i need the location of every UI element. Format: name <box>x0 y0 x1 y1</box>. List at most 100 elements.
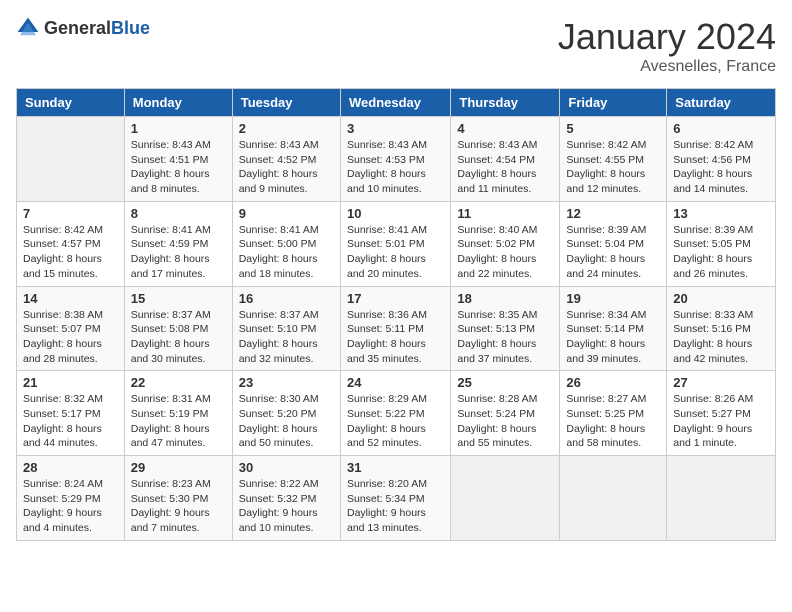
cell-content: Sunrise: 8:37 AMSunset: 5:08 PMDaylight:… <box>131 308 226 367</box>
day-number: 15 <box>131 291 226 306</box>
day-number: 6 <box>673 121 769 136</box>
header-day: Monday <box>124 89 232 117</box>
cell-content: Sunrise: 8:34 AMSunset: 5:14 PMDaylight:… <box>566 308 660 367</box>
cell-content: Sunrise: 8:32 AMSunset: 5:17 PMDaylight:… <box>23 392 118 451</box>
day-number: 9 <box>239 206 334 221</box>
calendar-cell: 1 Sunrise: 8:43 AMSunset: 4:51 PMDaylight… <box>124 117 232 202</box>
header-day: Tuesday <box>232 89 340 117</box>
day-number: 23 <box>239 375 334 390</box>
title-section: January 2024 Avesnelles, France <box>558 16 776 76</box>
day-number: 26 <box>566 375 660 390</box>
calendar-cell: 31 Sunrise: 8:20 AMSunset: 5:34 PMDayligh… <box>340 456 450 541</box>
calendar-table: SundayMondayTuesdayWednesdayThursdayFrid… <box>16 88 776 541</box>
calendar-cell: 21Sunrise: 8:32 AMSunset: 5:17 PMDayligh… <box>17 371 125 456</box>
month-title: January 2024 <box>558 16 776 58</box>
logo-icon <box>16 16 40 40</box>
cell-content: Sunrise: 8:36 AMSunset: 5:11 PMDaylight:… <box>347 308 444 367</box>
calendar-cell: 9 Sunrise: 8:41 AMSunset: 5:00 PMDaylight… <box>232 201 340 286</box>
calendar-cell: 8 Sunrise: 8:41 AMSunset: 4:59 PMDaylight… <box>124 201 232 286</box>
cell-content: Sunrise: 8:39 AMSunset: 5:05 PMDaylight:… <box>673 223 769 282</box>
calendar-cell: 19 Sunrise: 8:34 AMSunset: 5:14 PMDayligh… <box>560 286 667 371</box>
day-number: 16 <box>239 291 334 306</box>
cell-content: Sunrise: 8:27 AMSunset: 5:25 PMDaylight:… <box>566 392 660 451</box>
cell-content: Sunrise: 8:29 AMSunset: 5:22 PMDaylight:… <box>347 392 444 451</box>
calendar-week-row: 7 Sunrise: 8:42 AMSunset: 4:57 PMDaylight… <box>17 201 776 286</box>
cell-content: Sunrise: 8:42 AMSunset: 4:56 PMDaylight:… <box>673 138 769 197</box>
cell-content: Sunrise: 8:43 AMSunset: 4:53 PMDaylight:… <box>347 138 444 197</box>
calendar-cell: 2 Sunrise: 8:43 AMSunset: 4:52 PMDaylight… <box>232 117 340 202</box>
calendar-cell: 14 Sunrise: 8:38 AMSunset: 5:07 PMDayligh… <box>17 286 125 371</box>
calendar-cell: 17 Sunrise: 8:36 AMSunset: 5:11 PMDayligh… <box>340 286 450 371</box>
logo-general: General <box>44 18 111 38</box>
cell-content: Sunrise: 8:23 AMSunset: 5:30 PMDaylight:… <box>131 477 226 536</box>
logo-blue: Blue <box>111 18 150 38</box>
header-day: Thursday <box>451 89 560 117</box>
cell-content: Sunrise: 8:28 AMSunset: 5:24 PMDaylight:… <box>457 392 553 451</box>
day-number: 8 <box>131 206 226 221</box>
day-number: 20 <box>673 291 769 306</box>
cell-content: Sunrise: 8:33 AMSunset: 5:16 PMDaylight:… <box>673 308 769 367</box>
calendar-cell: 27 Sunrise: 8:26 AMSunset: 5:27 PMDayligh… <box>667 371 776 456</box>
cell-content: Sunrise: 8:42 AMSunset: 4:57 PMDaylight:… <box>23 223 118 282</box>
cell-content: Sunrise: 8:43 AMSunset: 4:51 PMDaylight:… <box>131 138 226 197</box>
day-number: 4 <box>457 121 553 136</box>
cell-content: Sunrise: 8:41 AMSunset: 5:01 PMDaylight:… <box>347 223 444 282</box>
cell-content: Sunrise: 8:31 AMSunset: 5:19 PMDaylight:… <box>131 392 226 451</box>
logo: GeneralBlue <box>16 16 150 40</box>
cell-content: Sunrise: 8:37 AMSunset: 5:10 PMDaylight:… <box>239 308 334 367</box>
header-day: Wednesday <box>340 89 450 117</box>
calendar-cell: 6 Sunrise: 8:42 AMSunset: 4:56 PMDaylight… <box>667 117 776 202</box>
day-number: 28 <box>23 460 118 475</box>
cell-content: Sunrise: 8:43 AMSunset: 4:52 PMDaylight:… <box>239 138 334 197</box>
cell-content: Sunrise: 8:30 AMSunset: 5:20 PMDaylight:… <box>239 392 334 451</box>
location-subtitle: Avesnelles, France <box>558 58 776 76</box>
calendar-week-row: 1 Sunrise: 8:43 AMSunset: 4:51 PMDaylight… <box>17 117 776 202</box>
calendar-cell: 10Sunrise: 8:41 AMSunset: 5:01 PMDayligh… <box>340 201 450 286</box>
calendar-cell: 25Sunrise: 8:28 AMSunset: 5:24 PMDayligh… <box>451 371 560 456</box>
cell-content: Sunrise: 8:43 AMSunset: 4:54 PMDaylight:… <box>457 138 553 197</box>
cell-content: Sunrise: 8:42 AMSunset: 4:55 PMDaylight:… <box>566 138 660 197</box>
cell-content: Sunrise: 8:20 AMSunset: 5:34 PMDaylight:… <box>347 477 444 536</box>
calendar-cell <box>451 456 560 541</box>
day-number: 18 <box>457 291 553 306</box>
calendar-cell: 11 Sunrise: 8:40 AMSunset: 5:02 PMDayligh… <box>451 201 560 286</box>
cell-content: Sunrise: 8:41 AMSunset: 4:59 PMDaylight:… <box>131 223 226 282</box>
calendar-cell: 29Sunrise: 8:23 AMSunset: 5:30 PMDayligh… <box>124 456 232 541</box>
day-number: 12 <box>566 206 660 221</box>
header-day: Friday <box>560 89 667 117</box>
cell-content: Sunrise: 8:40 AMSunset: 5:02 PMDaylight:… <box>457 223 553 282</box>
calendar-cell <box>17 117 125 202</box>
day-number: 19 <box>566 291 660 306</box>
day-number: 27 <box>673 375 769 390</box>
day-number: 11 <box>457 206 553 221</box>
calendar-cell: 22Sunrise: 8:31 AMSunset: 5:19 PMDayligh… <box>124 371 232 456</box>
day-number: 7 <box>23 206 118 221</box>
cell-content: Sunrise: 8:26 AMSunset: 5:27 PMDaylight:… <box>673 392 769 451</box>
calendar-cell: 16 Sunrise: 8:37 AMSunset: 5:10 PMDayligh… <box>232 286 340 371</box>
day-number: 5 <box>566 121 660 136</box>
calendar-cell: 28 Sunrise: 8:24 AMSunset: 5:29 PMDayligh… <box>17 456 125 541</box>
day-number: 31 <box>347 460 444 475</box>
calendar-week-row: 21Sunrise: 8:32 AMSunset: 5:17 PMDayligh… <box>17 371 776 456</box>
calendar-cell: 24Sunrise: 8:29 AMSunset: 5:22 PMDayligh… <box>340 371 450 456</box>
calendar-week-row: 14 Sunrise: 8:38 AMSunset: 5:07 PMDayligh… <box>17 286 776 371</box>
day-number: 3 <box>347 121 444 136</box>
cell-content: Sunrise: 8:41 AMSunset: 5:00 PMDaylight:… <box>239 223 334 282</box>
calendar-cell <box>560 456 667 541</box>
calendar-cell: 18Sunrise: 8:35 AMSunset: 5:13 PMDayligh… <box>451 286 560 371</box>
cell-content: Sunrise: 8:22 AMSunset: 5:32 PMDaylight:… <box>239 477 334 536</box>
header-day: Saturday <box>667 89 776 117</box>
day-number: 14 <box>23 291 118 306</box>
cell-content: Sunrise: 8:38 AMSunset: 5:07 PMDaylight:… <box>23 308 118 367</box>
cell-content: Sunrise: 8:24 AMSunset: 5:29 PMDaylight:… <box>23 477 118 536</box>
day-number: 1 <box>131 121 226 136</box>
cell-content: Sunrise: 8:39 AMSunset: 5:04 PMDaylight:… <box>566 223 660 282</box>
calendar-cell: 7 Sunrise: 8:42 AMSunset: 4:57 PMDaylight… <box>17 201 125 286</box>
day-number: 2 <box>239 121 334 136</box>
day-number: 17 <box>347 291 444 306</box>
calendar-cell: 5 Sunrise: 8:42 AMSunset: 4:55 PMDaylight… <box>560 117 667 202</box>
day-number: 30 <box>239 460 334 475</box>
page-header: GeneralBlue January 2024 Avesnelles, Fra… <box>16 16 776 76</box>
calendar-week-row: 28 Sunrise: 8:24 AMSunset: 5:29 PMDayligh… <box>17 456 776 541</box>
header-day: Sunday <box>17 89 125 117</box>
